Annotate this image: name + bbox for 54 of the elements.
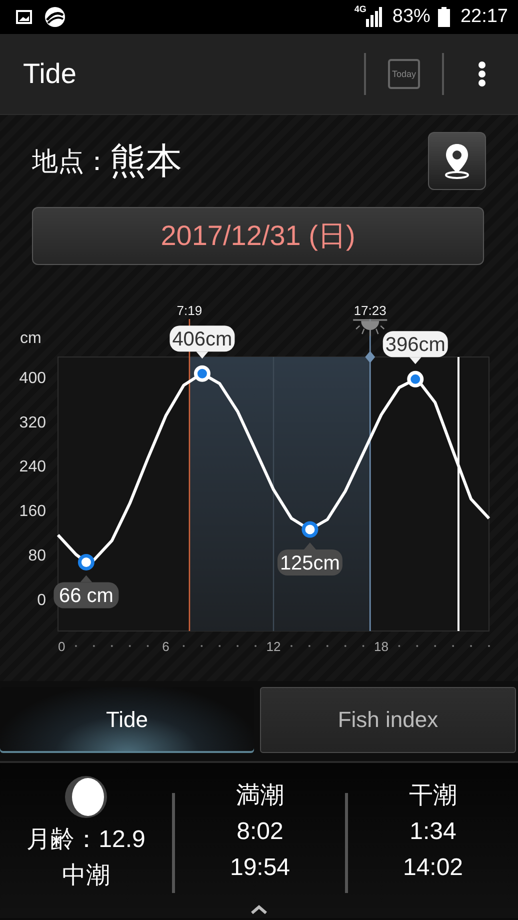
y-tick-label: 160 [19,503,46,520]
location-label: 地点： [32,144,110,178]
y-tick-label: 400 [19,370,46,387]
signal-icon [366,7,382,27]
sunset-time: 17:23 [354,303,386,318]
tide-height-label: 396cm [382,331,448,364]
battery-percent: 83% [392,6,430,28]
location-button[interactable] [428,132,486,190]
tide-time: 1:34 [410,817,456,847]
location-pin-icon [444,143,470,179]
y-tick-label: 240 [19,458,46,476]
tide-type: 中潮 [62,861,110,891]
annotation: 406cm [172,328,232,351]
moon-icon [63,775,109,819]
sunset-icon [353,319,388,336]
today-button[interactable]: Today [388,59,420,89]
axis-unit: cm [20,330,42,347]
column-heading: 満潮 [236,781,284,811]
app-icon [44,6,66,28]
tide-height-label: 66 cm [54,575,119,608]
x-tick-label: 12 [266,639,281,654]
annotation: 125cm [280,552,340,574]
image-icon [16,10,32,24]
caret-up-icon[interactable] [250,904,268,914]
x-tick-label: 0 [58,639,66,654]
menu-icon[interactable] [478,61,486,87]
annotation: 396cm [385,334,446,356]
tab[interactable]: Tide [0,687,254,753]
high-tide-point[interactable] [407,370,424,388]
y-tick-label: 320 [19,414,46,432]
annotation: 66 cm [58,585,114,608]
tide-time: 19:54 [230,853,290,883]
sunrise-time: 7:19 [176,303,202,318]
tab[interactable]: Fish index [260,687,516,753]
low-tide-point[interactable] [78,554,94,570]
y-tick-label: 0 [37,592,46,609]
sunset-marker [365,351,376,363]
tide-height-label: 406cm [170,326,235,359]
tide-time: 8:02 [236,817,284,847]
date-button[interactable]: 2017/12/31 (日) [32,207,484,265]
x-tick-label: 18 [374,639,388,654]
network-type: 4G [354,4,366,14]
location-name: 熊本 [110,138,183,182]
column-heading: 干潮 [409,781,457,811]
low-tide-point[interactable] [302,521,318,538]
clock: 22:17 [460,6,508,28]
y-tick-label: 80 [28,547,46,564]
tide-time: 14:02 [402,853,464,883]
app-title: Tide [23,58,78,90]
tide-height-label: 125cm [277,542,342,576]
high-tide-point[interactable] [194,365,210,382]
battery-icon [438,7,450,27]
moon-age: 月齢：12.9 [26,825,146,855]
x-tick-label: 6 [162,639,170,654]
